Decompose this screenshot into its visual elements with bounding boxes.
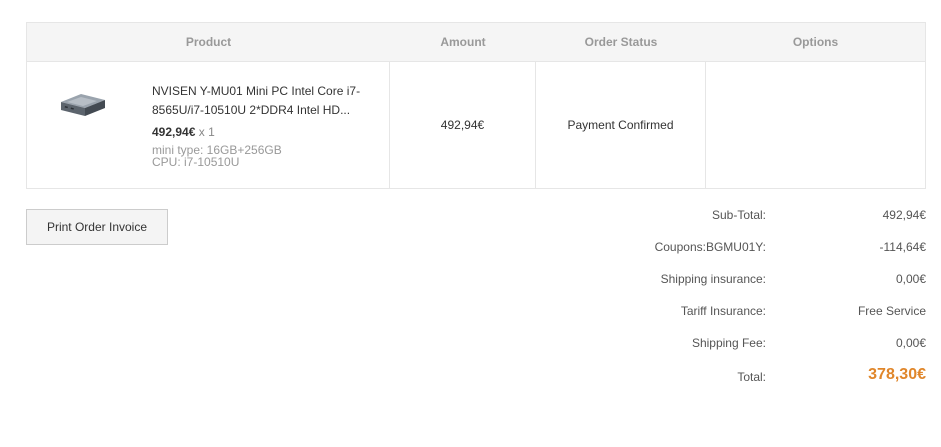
summary-total-row: Total: 378,30€ [560, 359, 926, 395]
amount-cell: 492,94€ [390, 62, 536, 188]
header-order-status: Order Status [584, 35, 658, 49]
summary-shipping-insurance-row: Shipping insurance: 0,00€ [560, 263, 926, 295]
summary-tariff-row: Tariff Insurance: Free Service [560, 295, 926, 327]
product-attributes: mini type: 16GB+256GB CPU: i7-10510U [152, 144, 377, 168]
subtotal-label: Sub-Total: [711, 208, 766, 222]
order-table: Product Amount Order Status Options NVIS… [26, 22, 926, 189]
summary-shipping-fee-row: Shipping Fee: 0,00€ [560, 327, 926, 359]
shipping-insurance-label: Shipping insurance: [660, 272, 766, 286]
order-summary: Sub-Total: 492,94€ Coupons:BGMU01Y: -114… [560, 199, 926, 395]
shipping-insurance-value: 0,00€ [895, 272, 926, 286]
table-header: Product Amount Order Status Options [27, 23, 925, 62]
tariff-insurance-value: Free Service [857, 304, 926, 318]
shipping-fee-value: 0,00€ [895, 336, 926, 350]
total-label: Total: [737, 370, 766, 384]
product-thumbnail[interactable] [57, 90, 109, 124]
product-quantity: x 1 [198, 125, 215, 139]
attr-cpu: CPU: i7-10510U [152, 155, 240, 169]
product-cell: NVISEN Y-MU01 Mini PC Intel Core i7-8565… [27, 62, 390, 188]
tariff-insurance-label: Tariff Insurance: [680, 304, 766, 318]
print-invoice-button[interactable]: Print Order Invoice [26, 209, 168, 245]
order-status-cell: Payment Confirmed [536, 62, 706, 188]
header-amount: Amount [440, 35, 486, 49]
product-unit-price: 492,94€ [152, 125, 196, 139]
summary-subtotal-row: Sub-Total: 492,94€ [560, 199, 926, 231]
header-product: Product [185, 35, 232, 49]
summary-coupon-row: Coupons:BGMU01Y: -114,64€ [560, 231, 926, 263]
coupon-label: Coupons:BGMU01Y: [654, 240, 766, 254]
coupon-value: -114,64€ [879, 240, 926, 254]
table-row: NVISEN Y-MU01 Mini PC Intel Core i7-8565… [27, 62, 925, 188]
product-price-line: 492,94€ x 1 [152, 124, 377, 140]
options-cell [706, 62, 925, 188]
total-value: 378,30€ [868, 366, 926, 383]
product-name-link[interactable]: NVISEN Y-MU01 Mini PC Intel Core i7-8565… [152, 82, 377, 120]
product-info: NVISEN Y-MU01 Mini PC Intel Core i7-8565… [152, 82, 377, 168]
shipping-fee-label: Shipping Fee: [691, 336, 766, 350]
subtotal-value: 492,94€ [882, 208, 926, 222]
header-options: Options [792, 35, 839, 49]
